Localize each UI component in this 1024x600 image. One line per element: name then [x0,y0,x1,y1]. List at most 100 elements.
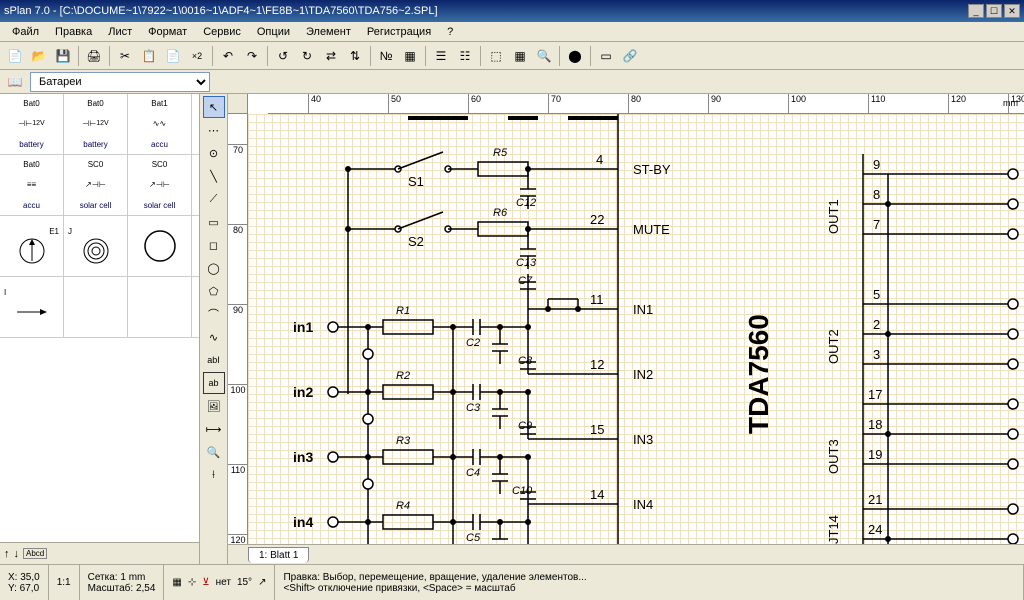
svg-text:C7: C7 [518,275,533,287]
side-tool-abc[interactable]: Abcd [23,548,47,559]
flip-h-button[interactable]: ⇄ [320,45,342,67]
menu-format[interactable]: Формат [140,24,195,40]
status-coords: X: 35,0 Y: 67,0 [0,565,49,600]
library-select[interactable]: Батареи [30,72,210,92]
sim-button[interactable]: ▭ [595,45,617,67]
status-grid-scale: Сетка: 1 mm Масштаб: 2,54 [80,565,165,600]
menu-service[interactable]: Сервис [195,24,249,40]
comp-bat1[interactable]: Bat1∿∿accu [128,94,192,154]
tool-circle[interactable]: ◯ [203,257,225,279]
comp-i[interactable]: I [0,277,64,337]
tool-rect-dash[interactable]: ◻ [203,234,225,256]
comp-empty-1[interactable] [64,277,128,337]
schematic-canvas[interactable]: S1 R5 C12 4 ST-BY [248,114,1024,544]
tool-line[interactable]: ╲ [203,165,225,187]
svg-text:IN3: IN3 [633,432,653,447]
snap-icon[interactable]: ⊹ [188,577,196,588]
svg-text:in2: in2 [293,384,313,400]
menu-element[interactable]: Элемент [298,24,359,40]
open-button[interactable]: 📂 [28,45,50,67]
grid-button[interactable]: ▦ [509,45,531,67]
side-tool-down[interactable]: ↓ [14,548,20,560]
menu-help[interactable]: ? [439,24,461,40]
menubar: Файл Правка Лист Формат Сервис Опции Эле… [0,22,1024,42]
tool-arc[interactable]: ⌒ [203,303,225,325]
comp-j[interactable]: J [64,216,128,276]
menu-sheet[interactable]: Лист [100,24,140,40]
tool-node[interactable]: ⊙ [203,142,225,164]
undo-button[interactable]: ↶ [217,45,239,67]
tool-image[interactable]: 🖼 [203,395,225,417]
stop-button[interactable]: ⬤ [564,45,586,67]
svg-text:C8: C8 [518,355,533,367]
svg-text:C3: C3 [466,402,481,414]
comp-circle[interactable] [128,216,192,276]
tool-text[interactable]: abI [203,349,225,371]
tool-zoom[interactable]: 🔍 [203,441,225,463]
layer-button[interactable]: ☰ [430,45,452,67]
component-sidebar: Bat0⊣⊢12Vbattery Bat0⊣⊢12Vbattery Bat1∿∿… [0,94,200,564]
grid-icon[interactable]: ▦ [172,577,181,588]
list-button[interactable]: ☷ [454,45,476,67]
maximize-button[interactable]: ☐ [986,4,1002,18]
menu-options[interactable]: Опции [249,24,298,40]
menu-register[interactable]: Регистрация [359,24,439,40]
svg-text:R1: R1 [396,305,410,317]
svg-text:24: 24 [868,522,882,537]
svg-text:in4: in4 [293,514,313,530]
main-area: Bat0⊣⊢12Vbattery Bat0⊣⊢12Vbattery Bat1∿∿… [0,94,1024,564]
select-tool-button[interactable]: ⬚ [485,45,507,67]
svg-text:TDA7560: TDA7560 [743,314,774,434]
side-tool-up[interactable]: ↑ [4,548,10,560]
flip-v-button[interactable]: ⇅ [344,45,366,67]
new-button[interactable]: 📄 [4,45,26,67]
svg-text:15: 15 [590,422,604,437]
comp-bat0-1[interactable]: Bat0⊣⊢12Vbattery [0,94,64,154]
find-button[interactable]: 🔍 [533,45,555,67]
link-button[interactable]: 🔗 [619,45,641,67]
menu-edit[interactable]: Правка [47,24,100,40]
tool-textbox[interactable]: ab [203,372,225,394]
comp-sc0-2[interactable]: SC0↗⊣⊢solar cell [128,155,192,215]
redo-button[interactable]: ↷ [241,45,263,67]
tool-dim[interactable]: ⟼ [203,418,225,440]
dup-button[interactable]: ×2 [186,45,208,67]
menu-file[interactable]: Файл [4,24,47,40]
print-button[interactable]: 🖨 [83,45,105,67]
num-button[interactable]: № [375,45,397,67]
close-button[interactable]: ✕ [1004,4,1020,18]
minimize-button[interactable]: _ [968,4,984,18]
ruler-vertical: 70 80 90 100 110 120 [228,114,248,544]
tab-blatt1[interactable]: 1: Blatt 1 [248,547,309,563]
comp-e1[interactable]: E1 [0,216,64,276]
arrow-icon[interactable]: ↗ [258,577,266,588]
tool-measure[interactable]: ⟊ [203,464,225,486]
comp-sc0-1[interactable]: SC0↗⊣⊢solar cell [64,155,128,215]
align-button[interactable]: ▦ [399,45,421,67]
rot-right-button[interactable]: ↻ [296,45,318,67]
lib-icon[interactable]: 📖 [4,71,26,93]
cut-button[interactable]: ✂ [114,45,136,67]
svg-text:2: 2 [873,317,880,332]
copy-button[interactable]: 📋 [138,45,160,67]
magnet-icon[interactable]: ⊻ [202,577,209,588]
tool-polyline[interactable]: ⟋ [203,188,225,210]
svg-text:21: 21 [868,492,882,507]
rot-left-button[interactable]: ↺ [272,45,294,67]
tool-pointer[interactable]: ↖ [203,96,225,118]
save-button[interactable]: 💾 [52,45,74,67]
component-grid: Bat0⊣⊢12Vbattery Bat0⊣⊢12Vbattery Bat1∿∿… [0,94,199,542]
tool-rect[interactable]: ▭ [203,211,225,233]
tool-dots[interactable]: ⋯ [203,119,225,141]
svg-text:IN4: IN4 [633,497,653,512]
status-tools: ▦ ⊹ ⊻ нет 15° ↗ [164,565,275,600]
svg-text:9: 9 [873,157,880,172]
comp-bat0-2[interactable]: Bat0⊣⊢12Vbattery [64,94,128,154]
paste-button[interactable]: 📄 [162,45,184,67]
comp-empty-2[interactable] [128,277,192,337]
svg-text:OUT3: OUT3 [826,439,841,474]
svg-text:3: 3 [873,347,880,362]
tool-poly[interactable]: ⬠ [203,280,225,302]
tool-bezier[interactable]: ∿ [203,326,225,348]
comp-accu[interactable]: Bat0≡≡accu [0,155,64,215]
